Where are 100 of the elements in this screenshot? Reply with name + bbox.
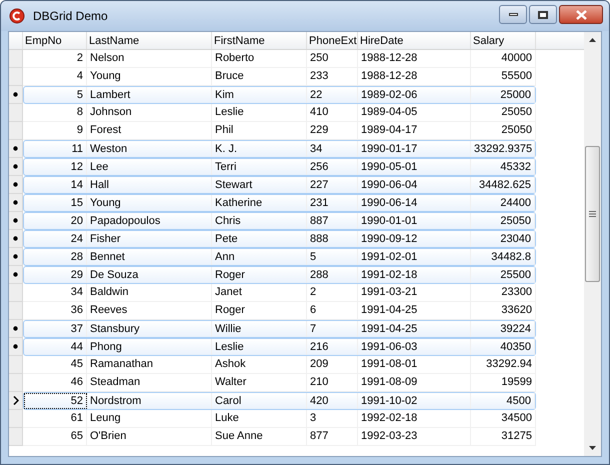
table-row[interactable]: 2 Nelson Roberto 250 1988-12-28 40000 [23,50,536,68]
table-cell: Sue Anne [212,428,307,445]
row-highlight[interactable]: 5 Lambert Kim 22 1989-02-06 25000 [23,86,536,104]
table-cell: Pete [212,231,307,247]
table-cell: 7 [307,321,358,337]
table-cell: Ashok [212,356,307,373]
table-cell: 14 [24,177,87,193]
row-indicator[interactable] [9,392,23,410]
table-cell: 887 [307,213,358,229]
table-cell: Phil [212,122,307,139]
table-row[interactable]: 61 Leung Luke 3 1992-02-18 34500 [23,410,536,428]
close-button[interactable] [559,5,603,24]
table-cell: Bennet [87,249,212,265]
table-cell: 33292.9375 [471,141,535,157]
bullet-icon [13,146,18,151]
table-cell: Fisher [87,231,212,247]
row-highlight[interactable]: 37 Stansbury Willie 7 1991-04-25 39224 [23,320,536,338]
table-cell: 55500 [471,68,536,85]
column-header[interactable]: FirstName [212,32,307,49]
table-cell: 1992-02-18 [358,410,471,427]
row-indicator[interactable] [9,248,23,266]
row-indicator[interactable] [9,194,23,212]
table-cell: 46 [23,374,87,391]
table-cell: 37 [24,321,87,337]
minimize-button[interactable] [499,5,527,24]
table-cell: 65 [23,428,87,445]
bullet-icon [13,200,18,205]
table-cell: 256 [307,159,358,175]
table-cell: Young [87,68,212,85]
column-header[interactable]: HireDate [358,32,471,49]
table-cell: 288 [307,267,358,283]
row-highlight[interactable]: 20 Papadopoulos Chris 887 1990-01-01 25050 [23,212,536,230]
table-cell: Nordstrom [87,393,212,409]
row-highlight[interactable]: 24 Fisher Pete 888 1990-09-12 23040 [23,230,536,248]
table-cell: 1991-06-03 [358,339,471,355]
row-indicator[interactable] [9,212,23,230]
row-highlight[interactable]: 28 Bennet Ann 5 1991-02-01 34482.8 [23,248,536,266]
table-cell: Forest [87,122,212,139]
table-cell: 45 [23,356,87,373]
row-indicator[interactable] [9,230,23,248]
row-indicator[interactable] [9,266,23,284]
row-indicator[interactable] [9,338,23,356]
row-indicator[interactable] [9,86,23,104]
column-header[interactable]: Salary [471,32,536,49]
table-cell: 1991-04-25 [358,321,471,337]
table-cell: 229 [307,122,358,139]
table-cell: 9 [23,122,87,139]
maximize-button[interactable] [529,5,557,24]
table-cell: 888 [307,231,358,247]
table-cell: 34482.625 [471,177,535,193]
table-cell: 34 [307,141,358,157]
scrollbar[interactable] [584,32,601,456]
close-icon [576,10,586,20]
table-cell: 29 [24,267,87,283]
row-highlight[interactable]: 15 Young Katherine 231 1990-06-14 24400 [23,194,536,212]
table-row[interactable]: 8 Johnson Leslie 410 1989-04-05 25050 [23,104,536,122]
table-row[interactable]: 45 Ramanathan Ashok 209 1991-08-01 33292.94 [23,356,536,374]
table-cell: Johnson [87,104,212,121]
table-cell: Roger [212,267,307,283]
table-cell: 1991-10-02 [358,393,471,409]
table-cell: 4 [23,68,87,85]
table-cell: De Souza [87,267,212,283]
table-cell: Leslie [212,104,307,121]
row-highlight[interactable]: 14 Hall Stewart 227 1990-06-04 34482.625 [23,176,536,194]
table-cell: Chris [212,213,307,229]
table-cell: 210 [307,374,358,391]
column-header[interactable]: EmpNo [23,32,87,49]
table-cell: Ann [212,249,307,265]
table-cell: 216 [307,339,358,355]
row-highlight[interactable]: 52 Nordstrom Carol 420 1991-10-02 4500 [23,392,536,410]
table-row[interactable]: 34 Baldwin Janet 2 1991-03-21 23300 [23,284,536,302]
row-indicator[interactable] [9,158,23,176]
row-indicator[interactable] [9,140,23,158]
table-cell: 5 [24,87,87,103]
row-indicator[interactable] [9,320,23,338]
table-cell: Kim [212,87,307,103]
row-highlight[interactable]: 44 Phong Leslie 216 1991-06-03 40350 [23,338,536,356]
table-cell: Bruce [212,68,307,85]
table-cell: 420 [307,393,358,409]
table-cell: Willie [212,321,307,337]
table-cell: 20 [24,213,87,229]
table-cell: 1991-03-21 [358,284,471,301]
table-cell: Stewart [212,177,307,193]
row-highlight[interactable]: 12 Lee Terri 256 1990-05-01 45332 [23,158,536,176]
table-cell: 34500 [471,410,536,427]
row-highlight[interactable]: 29 De Souza Roger 288 1991-02-18 25500 [23,266,536,284]
scroll-down-icon [589,446,596,450]
row-highlight[interactable]: 11 Weston K. J. 34 1990-01-17 33292.9375 [23,140,536,158]
table-row[interactable]: 65 O'Brien Sue Anne 877 1992-03-23 31275 [23,428,536,446]
table-cell: Young [87,195,212,211]
table-cell: 24 [24,231,87,247]
table-cell: Leung [87,410,212,427]
table-cell: 23040 [471,231,535,247]
column-header[interactable]: LastName [87,32,212,49]
row-indicator[interactable] [9,176,23,194]
table-cell: Nelson [87,50,212,67]
bullet-icon [13,182,18,187]
scroll-thumb[interactable] [585,146,600,282]
table-cell: Steadman [87,374,212,391]
column-header[interactable]: PhoneExt [307,32,358,49]
